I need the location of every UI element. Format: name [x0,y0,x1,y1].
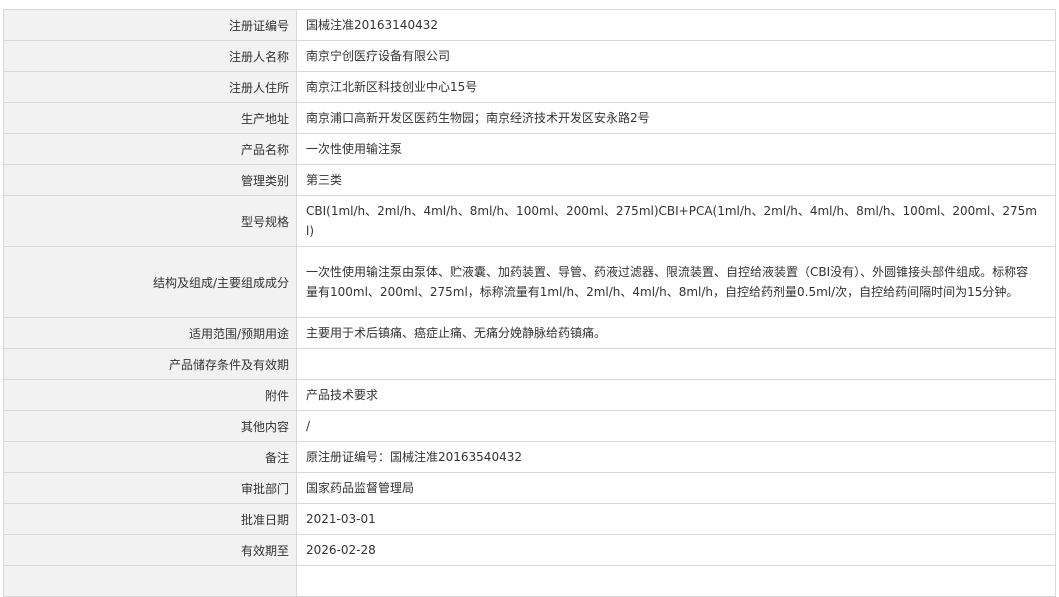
field-value-registrant-address: 南京江北新区科技创业中心15号 [296,71,1056,103]
field-label-attachment: 附件 [3,379,297,411]
table-row [3,565,1056,597]
field-label-other-content: 其他内容 [3,410,297,442]
table-row: 管理类别 第三类 [3,164,1056,196]
table-row: 型号规格 CBI(1ml/h、2ml/h、4ml/h、8ml/h、100ml、2… [3,195,1056,247]
table-row: 注册证编号 国械注准20163140432 [3,9,1056,41]
table-row: 生产地址 南京浦口高新开发区医药生物园；南京经济技术开发区安永路2号 [3,102,1056,134]
table-row: 产品储存条件及有效期 [3,348,1056,380]
field-value-product-name: 一次性使用输注泵 [296,133,1056,165]
field-value-registrant-name: 南京宁创医疗设备有限公司 [296,40,1056,72]
table-row: 注册人名称 南京宁创医疗设备有限公司 [3,40,1056,72]
table-row: 批准日期 2021-03-01 [3,503,1056,535]
field-label-registrant-address: 注册人住所 [3,71,297,103]
field-value-management-category: 第三类 [296,164,1056,196]
field-value-registration-number: 国械注准20163140432 [296,9,1056,41]
registration-record-table: 注册证编号 国械注准20163140432 注册人名称 南京宁创医疗设备有限公司… [3,9,1056,597]
field-label-production-address: 生产地址 [3,102,297,134]
field-value-structure-composition: 一次性使用输注泵由泵体、贮液囊、加药装置、导管、药液过滤器、限流装置、自控给液装… [296,246,1056,318]
field-value-attachment: 产品技术要求 [296,379,1056,411]
table-row: 有效期至 2026-02-28 [3,534,1056,566]
field-value-other-content: / [296,410,1056,442]
table-row: 适用范围/预期用途 主要用于术后镇痛、癌症止痛、无痛分娩静脉给药镇痛。 [3,317,1056,349]
field-value-model-specification: CBI(1ml/h、2ml/h、4ml/h、8ml/h、100ml、200ml、… [296,195,1056,247]
table-row: 注册人住所 南京江北新区科技创业中心15号 [3,71,1056,103]
field-label-structure-composition: 结构及组成/主要组成成分 [3,246,297,318]
record-table-body: 注册证编号 国械注准20163140432 注册人名称 南京宁创医疗设备有限公司… [3,9,1056,597]
field-label-product-name: 产品名称 [3,133,297,165]
field-label-trailing [3,565,297,597]
field-label-management-category: 管理类别 [3,164,297,196]
field-label-remarks: 备注 [3,441,297,473]
field-value-approval-department: 国家药品监督管理局 [296,472,1056,504]
field-value-remarks: 原注册证编号：国械注准20163540432 [296,441,1056,473]
field-label-model-specification: 型号规格 [3,195,297,247]
field-label-approval-date: 批准日期 [3,503,297,535]
field-value-trailing [296,565,1056,597]
table-row: 其他内容 / [3,410,1056,442]
table-row: 附件 产品技术要求 [3,379,1056,411]
field-label-valid-until: 有效期至 [3,534,297,566]
field-value-intended-use: 主要用于术后镇痛、癌症止痛、无痛分娩静脉给药镇痛。 [296,317,1056,349]
field-label-approval-department: 审批部门 [3,472,297,504]
table-row: 产品名称 一次性使用输注泵 [3,133,1056,165]
field-label-registration-number: 注册证编号 [3,9,297,41]
table-row: 结构及组成/主要组成成分 一次性使用输注泵由泵体、贮液囊、加药装置、导管、药液过… [3,246,1056,318]
field-value-production-address: 南京浦口高新开发区医药生物园；南京经济技术开发区安永路2号 [296,102,1056,134]
table-row: 审批部门 国家药品监督管理局 [3,472,1056,504]
field-value-storage-shelf-life [296,348,1056,380]
field-label-storage-shelf-life: 产品储存条件及有效期 [3,348,297,380]
table-row: 备注 原注册证编号：国械注准20163540432 [3,441,1056,473]
field-value-valid-until: 2026-02-28 [296,534,1056,566]
field-label-intended-use: 适用范围/预期用途 [3,317,297,349]
field-label-registrant-name: 注册人名称 [3,40,297,72]
field-value-approval-date: 2021-03-01 [296,503,1056,535]
